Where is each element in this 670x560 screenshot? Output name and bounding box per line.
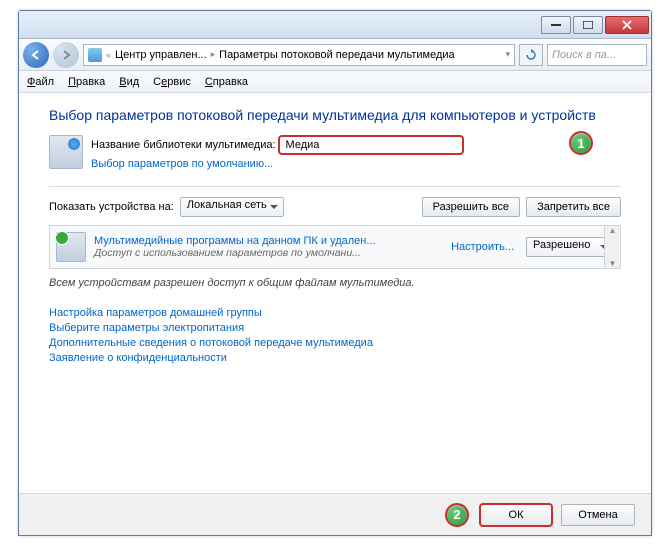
page-title: Выбор параметров потоковой передачи муль…: [49, 107, 621, 123]
status-text: Всем устройствам разрешен доступ к общим…: [49, 277, 621, 289]
control-panel-icon: [88, 48, 102, 62]
annotation-badge-2: 2: [445, 503, 469, 527]
crumb-sep-icon: «: [106, 50, 111, 60]
show-row: Показать устройства на: Локальная сеть Р…: [49, 197, 621, 217]
menu-edit[interactable]: Правка: [68, 76, 105, 88]
scrollbar[interactable]: ▲▼: [604, 226, 620, 268]
cancel-button[interactable]: Отмена: [561, 504, 635, 526]
allow-all-button[interactable]: Разрешить все: [422, 197, 520, 217]
content: Выбор параметров потоковой передачи муль…: [19, 93, 651, 493]
menu-file[interactable]: Файл: [27, 76, 54, 88]
library-row: Название библиотеки мультимедиа: 1 Выбор…: [49, 135, 621, 170]
defaults-link[interactable]: Выбор параметров по умолчанию...: [91, 158, 273, 170]
links-section: Настройка параметров домашней группы Выб…: [49, 307, 621, 364]
forward-button[interactable]: [53, 42, 79, 68]
menubar: Файл Правка Вид Сервис Справка: [19, 71, 651, 93]
window: « Центр управлен... ▸ Параметры потоково…: [18, 10, 652, 536]
breadcrumb-parent[interactable]: Центр управлен...: [115, 49, 207, 61]
show-label: Показать устройства на:: [49, 201, 174, 213]
scroll-up-icon[interactable]: ▲: [609, 226, 617, 235]
chevron-right-icon: ▸: [211, 49, 216, 60]
maximize-button[interactable]: [573, 16, 603, 34]
close-button[interactable]: [605, 16, 649, 34]
permission-select[interactable]: Разрешено: [526, 237, 614, 257]
device-icon: [56, 232, 86, 262]
device-subtitle: Доступ с использованием параметров по ум…: [94, 247, 443, 259]
privacy-link[interactable]: Заявление о конфиденциальности: [49, 352, 621, 364]
search-placeholder: Поиск в па...: [552, 49, 616, 61]
scope-select[interactable]: Локальная сеть: [180, 197, 284, 217]
power-link[interactable]: Выберите параметры электропитания: [49, 322, 621, 334]
divider: [49, 186, 621, 187]
minimize-button[interactable]: [541, 16, 571, 34]
device-title[interactable]: Мультимедийные программы на данном ПК и …: [94, 235, 443, 247]
refresh-button[interactable]: [519, 44, 543, 66]
block-all-button[interactable]: Запретить все: [526, 197, 621, 217]
breadcrumb-current[interactable]: Параметры потоковой передачи мультимедиа: [219, 49, 454, 61]
back-button[interactable]: [23, 42, 49, 68]
library-label: Название библиотеки мультимедиа:: [91, 139, 276, 151]
dropdown-icon[interactable]: ▾: [505, 49, 510, 60]
homegroup-link[interactable]: Настройка параметров домашней группы: [49, 307, 621, 319]
navbar: « Центр управлен... ▸ Параметры потоково…: [19, 39, 651, 71]
device-list: Мультимедийные программы на данном ПК и …: [49, 225, 621, 269]
menu-view[interactable]: Вид: [119, 76, 139, 88]
more-info-link[interactable]: Дополнительные сведения о потоковой пере…: [49, 337, 621, 349]
menu-help[interactable]: Справка: [205, 76, 248, 88]
titlebar: [19, 11, 651, 39]
ok-button[interactable]: ОК: [479, 503, 553, 527]
library-icon: [49, 135, 83, 169]
footer: 2 ОК Отмена: [19, 493, 651, 535]
search-input[interactable]: Поиск в па...: [547, 44, 647, 66]
menu-tools[interactable]: Сервис: [153, 76, 191, 88]
library-name-input[interactable]: [278, 135, 464, 155]
address-bar[interactable]: « Центр управлен... ▸ Параметры потоково…: [83, 44, 515, 66]
customize-link[interactable]: Настроить...: [451, 241, 514, 253]
annotation-badge-1: 1: [569, 131, 593, 155]
scroll-down-icon[interactable]: ▼: [609, 259, 617, 268]
